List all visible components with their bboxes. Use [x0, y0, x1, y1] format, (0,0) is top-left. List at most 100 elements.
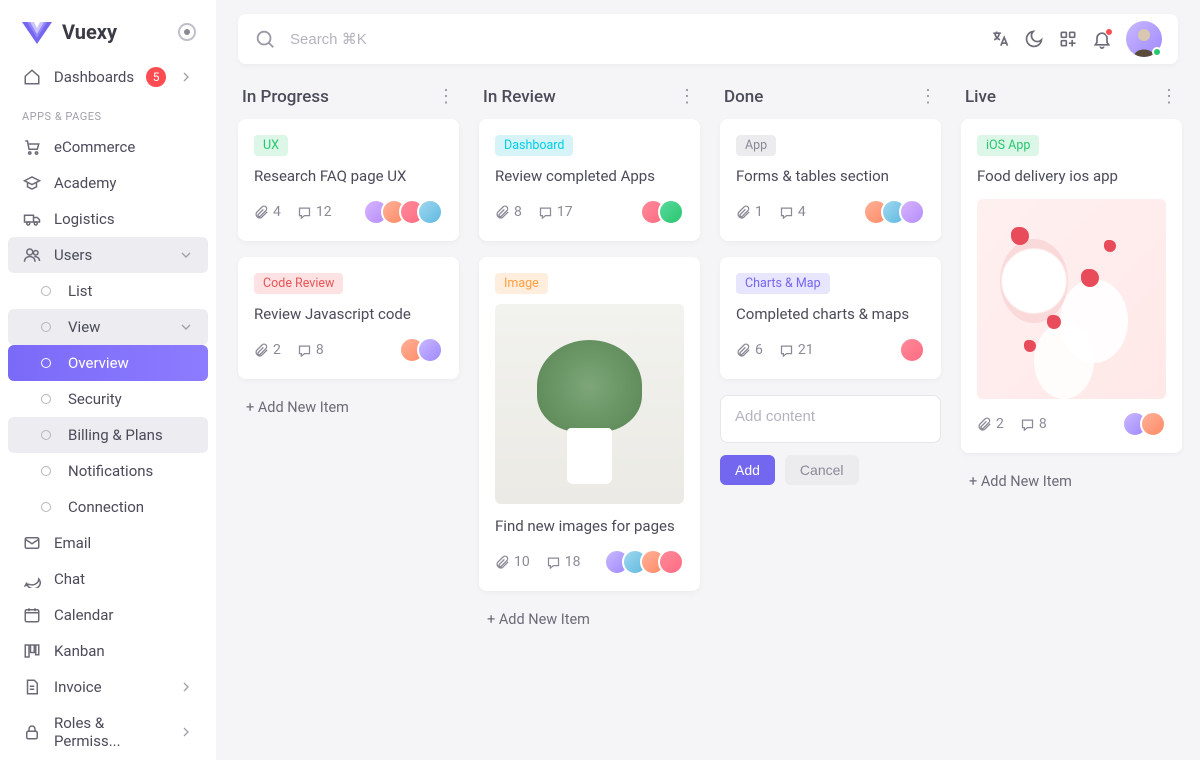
sidebar-item-label: Overview — [68, 354, 194, 372]
sidebar-item-label: Invoice — [54, 678, 166, 696]
add-button[interactable]: Add — [720, 455, 775, 485]
brand-name: Vuexy — [62, 20, 117, 44]
card-avatars — [899, 337, 925, 363]
kanban-board: In Progress ⋮ UX Research FAQ page UX 4 … — [238, 86, 1178, 632]
card-image — [495, 304, 684, 504]
sidebar-item-overview[interactable]: Overview — [8, 345, 208, 381]
mail-icon — [22, 534, 42, 552]
chevron-right-icon — [178, 724, 194, 740]
sidebar-item-label: Security — [68, 390, 194, 408]
sidebar-item-security[interactable]: Security — [8, 381, 208, 417]
card-tag: iOS App — [977, 135, 1039, 156]
column-title: In Progress — [242, 87, 329, 107]
sidebar-item-label: Users — [54, 246, 166, 264]
language-icon[interactable] — [990, 29, 1010, 49]
card-avatars — [363, 199, 443, 225]
attachment-count: 10 — [495, 554, 530, 570]
attachment-count: 2 — [254, 342, 281, 358]
bullet-icon — [41, 466, 51, 476]
column-title: Live — [965, 87, 996, 107]
sidebar: Vuexy Dashboards 5 APPS & PAGES eCommerc… — [0, 0, 216, 760]
theme-icon[interactable] — [1024, 29, 1044, 49]
sidebar-item-notifications[interactable]: Notifications — [8, 453, 208, 489]
sidebar-item-chat[interactable]: Chat — [8, 561, 208, 597]
sidebar-item-invoice[interactable]: Invoice — [8, 669, 208, 705]
card[interactable]: Dashboard Review completed Apps 8 17 — [479, 119, 700, 241]
sidebar-item-label: Connection — [68, 498, 194, 516]
card[interactable]: UX Research FAQ page UX 4 12 — [238, 119, 459, 241]
comment-count: 4 — [779, 204, 806, 220]
calendar-icon — [22, 606, 42, 624]
column-title: In Review — [483, 87, 556, 107]
cancel-button[interactable]: Cancel — [785, 455, 859, 485]
bullet-icon — [41, 322, 51, 332]
sidebar-item-label: View — [68, 318, 166, 336]
card-avatars — [399, 337, 443, 363]
sidebar-item-billing[interactable]: Billing & Plans — [8, 417, 208, 453]
sidebar-item-list[interactable]: List — [8, 273, 208, 309]
lock-icon — [22, 723, 42, 741]
sidebar-item-label: Roles & Permiss... — [54, 714, 166, 750]
new-card-field[interactable] — [735, 408, 926, 425]
sidebar-item-dashboards[interactable]: Dashboards 5 — [8, 58, 208, 96]
sidebar-item-users[interactable]: Users — [8, 237, 208, 273]
add-item-button[interactable]: + Add New Item — [238, 395, 459, 420]
bullet-icon — [41, 502, 51, 512]
add-item-button[interactable]: + Add New Item — [479, 607, 700, 632]
comment-count: 8 — [297, 342, 324, 358]
column-done: Done ⋮ App Forms & tables section 1 4 Ch… — [720, 86, 941, 485]
card[interactable]: Code Review Review Javascript code 2 8 — [238, 257, 459, 379]
sidebar-item-label: Dashboards — [54, 68, 134, 86]
sidebar-item-view[interactable]: View — [8, 309, 208, 345]
column-menu-icon[interactable]: ⋮ — [1160, 86, 1178, 107]
sidebar-item-kanban[interactable]: Kanban — [8, 633, 208, 669]
card[interactable]: Image Find new images for pages 10 18 — [479, 257, 700, 591]
card-title: Forms & tables section — [736, 166, 925, 187]
attachment-count: 2 — [977, 416, 1004, 432]
user-avatar[interactable] — [1126, 21, 1162, 57]
home-icon — [22, 68, 42, 86]
card-title: Food delivery ios app — [977, 166, 1166, 187]
card-title: Completed charts & maps — [736, 304, 925, 325]
sidebar-item-label: Chat — [54, 570, 194, 588]
sidebar-pin-icon[interactable] — [178, 23, 196, 41]
sidebar-item-academy[interactable]: Academy — [8, 165, 208, 201]
comment-count: 12 — [297, 204, 332, 220]
card-title: Find new images for pages — [495, 516, 684, 537]
card-image — [977, 199, 1166, 399]
comment-count: 21 — [779, 342, 814, 358]
bell-icon[interactable] — [1092, 29, 1112, 49]
attachment-count: 8 — [495, 204, 522, 220]
column-menu-icon[interactable]: ⋮ — [678, 86, 696, 107]
search-input[interactable] — [290, 31, 626, 48]
column-menu-icon[interactable]: ⋮ — [919, 86, 937, 107]
sidebar-item-logistics[interactable]: Logistics — [8, 201, 208, 237]
brand[interactable]: Vuexy — [8, 10, 208, 58]
sidebar-item-calendar[interactable]: Calendar — [8, 597, 208, 633]
card-tag: Code Review — [254, 273, 343, 294]
new-card-input[interactable] — [720, 395, 941, 443]
search-icon[interactable] — [254, 28, 276, 50]
sidebar-item-label: Calendar — [54, 606, 194, 624]
column-title: Done — [724, 87, 763, 107]
sidebar-item-connection[interactable]: Connection — [8, 489, 208, 525]
invoice-icon — [22, 678, 42, 696]
sidebar-item-label: Notifications — [68, 462, 194, 480]
apps-icon[interactable] — [1058, 29, 1078, 49]
card-tag: Charts & Map — [736, 273, 830, 294]
card[interactable]: App Forms & tables section 1 4 — [720, 119, 941, 241]
card[interactable]: Charts & Map Completed charts & maps 6 2… — [720, 257, 941, 379]
chevron-down-icon — [178, 319, 194, 335]
sidebar-item-email[interactable]: Email — [8, 525, 208, 561]
add-item-button[interactable]: + Add New Item — [961, 469, 1182, 494]
card-avatars — [1122, 411, 1166, 437]
card-tag: UX — [254, 135, 288, 156]
logo-icon — [20, 20, 54, 44]
sidebar-item-ecommerce[interactable]: eCommerce — [8, 129, 208, 165]
truck-icon — [22, 210, 42, 228]
sidebar-item-roles[interactable]: Roles & Permiss... — [8, 705, 208, 759]
card[interactable]: iOS App Food delivery ios app 2 8 — [961, 119, 1182, 453]
card-title: Review completed Apps — [495, 166, 684, 187]
column-in-progress: In Progress ⋮ UX Research FAQ page UX 4 … — [238, 86, 459, 420]
column-menu-icon[interactable]: ⋮ — [437, 86, 455, 107]
